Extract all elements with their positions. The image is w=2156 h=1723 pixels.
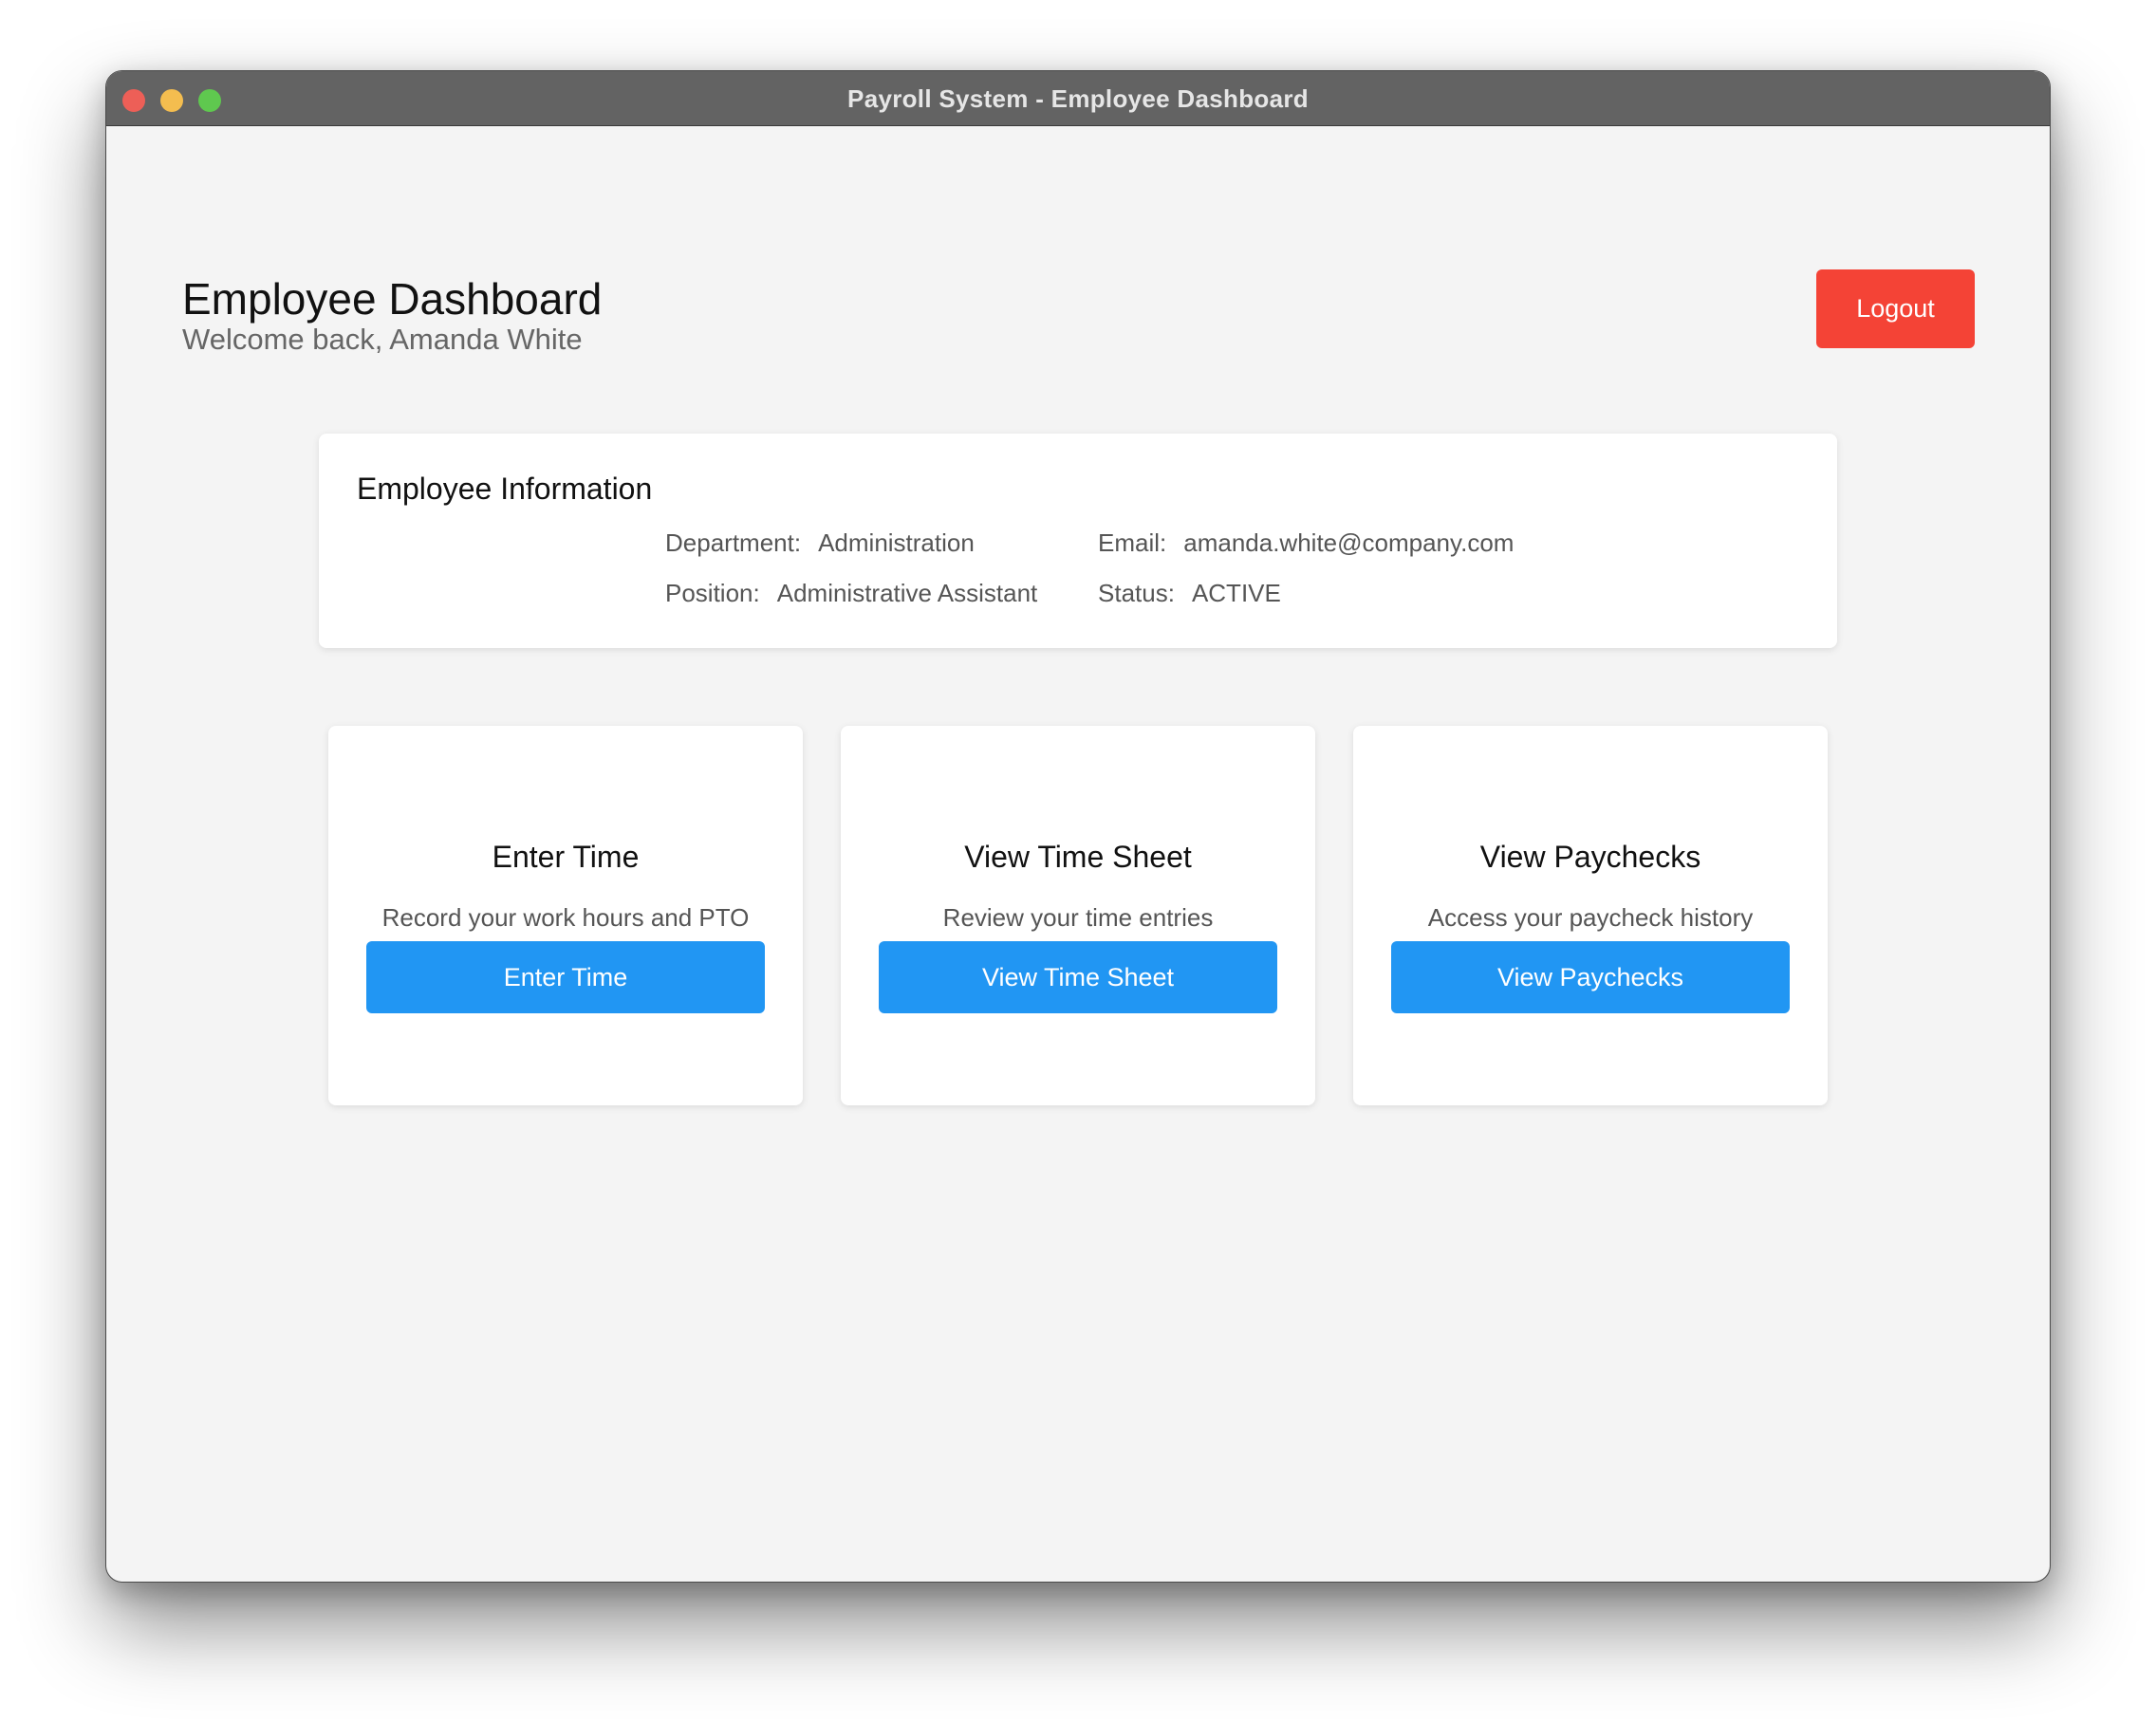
position-field: Position: Administrative Assistant: [665, 579, 1037, 608]
card-title: Enter Time: [492, 840, 640, 874]
position-label: Position:: [665, 579, 760, 607]
logout-button[interactable]: Logout: [1816, 269, 1975, 348]
view-paychecks-card: View Paychecks Access your paycheck hist…: [1353, 726, 1828, 1105]
department-value: Administration: [818, 528, 975, 557]
card-description: Record your work hours and PTO: [381, 903, 750, 932]
enter-time-card: Enter Time Record your work hours and PT…: [328, 726, 803, 1105]
view-paychecks-button[interactable]: View Paychecks: [1391, 941, 1790, 1013]
enter-time-button[interactable]: Enter Time: [366, 941, 765, 1013]
welcome-message: Welcome back, Amanda White: [182, 323, 583, 356]
employee-info-title: Employee Information: [357, 472, 653, 506]
view-time-sheet-button[interactable]: View Time Sheet: [879, 941, 1277, 1013]
department-field: Department: Administration: [665, 528, 975, 558]
position-value: Administrative Assistant: [776, 579, 1038, 607]
department-label: Department:: [665, 528, 802, 557]
card-title: View Paychecks: [1479, 840, 1701, 874]
title-bar[interactable]: Payroll System - Employee Dashboard: [106, 71, 2050, 126]
view-time-sheet-card: View Time Sheet Review your time entries…: [841, 726, 1315, 1105]
card-description: Review your time entries: [942, 903, 1214, 932]
status-field: Status: ACTIVE: [1098, 579, 1281, 608]
dashboard-content: Employee Dashboard Welcome back, Amanda …: [106, 126, 2050, 1582]
email-field: Email: amanda.white@company.com: [1098, 528, 1514, 558]
status-label: Status:: [1098, 579, 1175, 607]
status-value: ACTIVE: [1191, 579, 1281, 607]
card-description: Access your paycheck history: [1427, 903, 1754, 932]
page-title: Employee Dashboard: [182, 274, 603, 324]
email-label: Email:: [1098, 528, 1167, 557]
employee-info-card: Employee Information Department: Administ…: [319, 434, 1837, 648]
card-title: View Time Sheet: [964, 840, 1192, 874]
email-value: amanda.white@company.com: [1183, 528, 1515, 557]
app-window: Payroll System - Employee Dashboard Empl…: [105, 70, 2051, 1583]
window-title: Payroll System - Employee Dashboard: [847, 84, 1309, 113]
